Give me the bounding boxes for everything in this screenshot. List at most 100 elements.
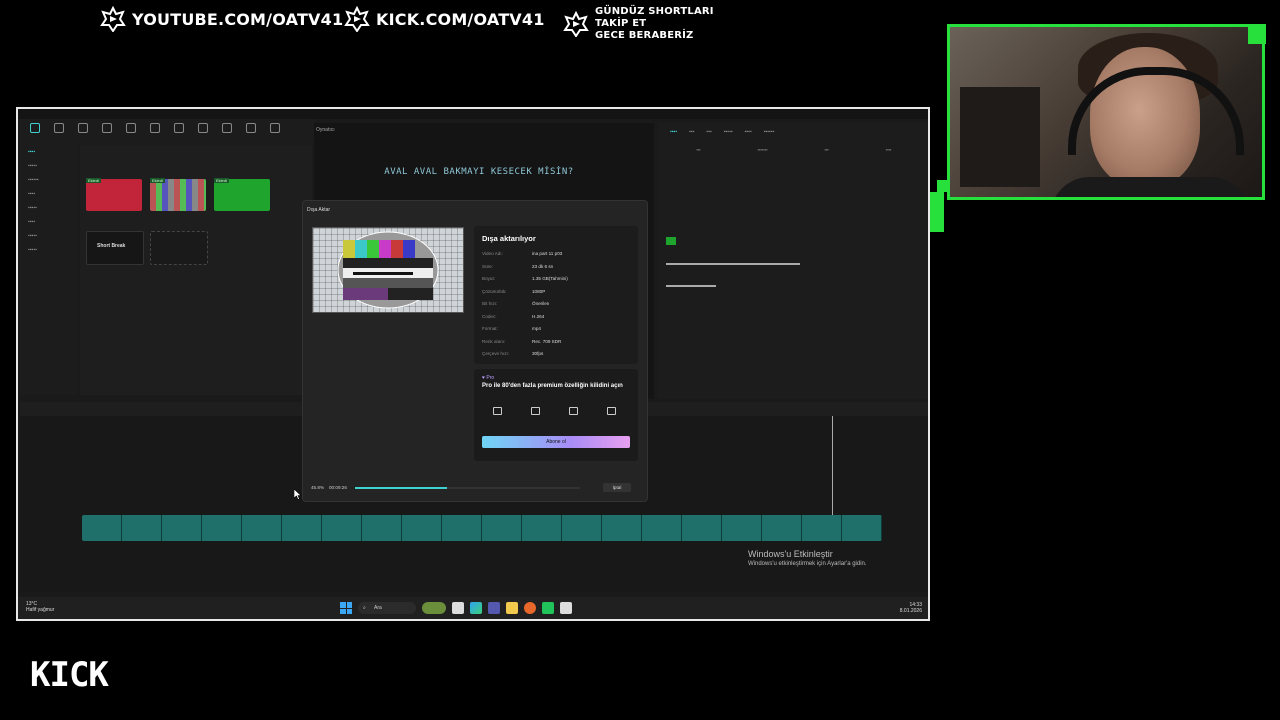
app-icon[interactable] [542, 602, 554, 614]
tab-ai[interactable]: ▪▪▪▪▪▪ [764, 129, 775, 135]
promo-text: GÜNDÜZ SHORTLARI TAKİP ET GECE BERABERİZ [595, 6, 714, 41]
weather-widget[interactable]: 13°C Hafif yağmur [26, 601, 54, 613]
player-header: Oynatıcı [316, 127, 335, 133]
taskbar-apps: ⌕ Ara [340, 602, 572, 614]
progress-percent: 45.8% [311, 485, 325, 490]
cam-decoration [937, 180, 949, 192]
voice-icon [568, 407, 578, 415]
stickers-tool[interactable] [96, 119, 118, 145]
promo-banner: GÜNDÜZ SHORTLARI TAKİP ET GECE BERABERİZ [563, 6, 714, 42]
info-row: Çözünürlük: 1080P [482, 288, 546, 294]
kick-url: KICK.COM/OATV41 [376, 9, 545, 29]
tab-speed[interactable]: ▪▪▪ [706, 129, 711, 135]
properties-panel: ▪▪▪▪ ▪▪▪ ▪▪▪ ▪▪▪▪▪ ▪▪▪▪ ▪▪▪▪▪▪ ▪▪▪ ▪▪▪▪▪… [658, 123, 928, 399]
effects-tool[interactable] [120, 119, 142, 145]
video-clip-track[interactable] [82, 515, 882, 541]
sidebar-item[interactable]: ▪▪▪▪ [20, 145, 78, 159]
editor-toolbar [20, 119, 316, 145]
activation-watermark: Windows'u Etkinleştir Windows'u etkinleş… [748, 549, 867, 567]
captions-tool[interactable] [168, 119, 190, 145]
subscribe-button[interactable]: Abone ol [482, 436, 630, 448]
text-tool[interactable] [72, 119, 94, 145]
media-thumb[interactable]: Ekledi [214, 178, 270, 211]
info-row: Renk alanı: Rec. 709 SDR [482, 338, 562, 344]
sidebar-item[interactable]: ▪▪▪▪ [20, 187, 78, 201]
feature-item [594, 407, 628, 418]
audio-tool[interactable] [48, 119, 70, 145]
info-row: Video Adı: ina part 11 p03 [482, 251, 563, 256]
watermark-icon [606, 407, 616, 415]
progress-elapsed: 00:09:26 [329, 485, 347, 490]
transitions-tool[interactable] [144, 119, 166, 145]
feature-item [518, 407, 552, 418]
youtube-banner: YOUTUBE.COM/OATV41 [100, 6, 343, 32]
browser-icon[interactable] [524, 602, 536, 614]
progress-bar [355, 487, 580, 489]
sidebar-item[interactable]: ▪▪▪▪▪ [20, 201, 78, 215]
teams-icon[interactable] [488, 602, 500, 614]
media-thumb[interactable]: Short Break [86, 231, 144, 265]
info-row: Codec: H.264 [482, 313, 545, 319]
search-icon: ⌕ [363, 605, 366, 611]
export-info: Dışa aktarılıyor Video Adı: ina part 11 p… [474, 226, 638, 364]
property-slider[interactable] [666, 285, 716, 287]
filters-tool[interactable] [192, 119, 214, 145]
adjust-tool[interactable] [216, 119, 238, 145]
templates-tool[interactable] [240, 119, 262, 145]
import-placeholder[interactable] [150, 231, 208, 265]
properties-tabs: ▪▪▪▪ ▪▪▪ ▪▪▪ ▪▪▪▪▪ ▪▪▪▪ ▪▪▪▪▪▪ [658, 123, 928, 141]
tab-audio[interactable]: ▪▪▪ [689, 129, 694, 135]
captured-screen: ▪▪▪▪ ▪▪▪▪▪ ▪▪▪▪▪▪ ▪▪▪▪ ▪▪▪▪▪ ▪▪▪▪ ▪▪▪▪▪ … [16, 107, 930, 621]
pro-upsell: ♥ Pro Pro ile 80'den fazla premium özell… [474, 369, 638, 461]
media-sidebar: ▪▪▪▪ ▪▪▪▪▪ ▪▪▪▪▪▪ ▪▪▪▪ ▪▪▪▪▪ ▪▪▪▪ ▪▪▪▪▪ … [20, 145, 78, 395]
mouse-cursor-icon [294, 489, 302, 500]
sidebar-item[interactable]: ▪▪▪▪ [20, 215, 78, 229]
sidebar-item[interactable]: ▪▪▪▪▪ [20, 159, 78, 173]
cancel-button[interactable]: İptal [603, 483, 631, 492]
subtab[interactable]: ▪▪▪ [825, 147, 829, 152]
tab-video[interactable]: ▪▪▪▪ [670, 129, 677, 135]
taskbar-search[interactable]: ⌕ Ara [358, 602, 416, 614]
folder-icon[interactable] [506, 602, 518, 614]
capcut-icon[interactable] [560, 602, 572, 614]
taskview-icon[interactable] [452, 602, 464, 614]
cam-decoration [1248, 24, 1266, 44]
system-tray[interactable]: 14:33 8.01.2026 [900, 602, 922, 614]
feature-item [556, 407, 590, 418]
progress-fill [355, 487, 448, 489]
sidebar-item[interactable]: ▪▪▪▪▪ [20, 243, 78, 257]
info-row: Süre: 23 dk 6 sn [482, 263, 554, 269]
subtab[interactable]: ▪▪▪▪▪▪▪ [758, 147, 768, 152]
start-icon[interactable] [340, 602, 352, 614]
pro-message: Pro ile 80'den fazla premium özelliğin k… [482, 383, 623, 389]
subtab[interactable]: ▪▪▪ [696, 147, 700, 152]
edge-icon[interactable] [470, 602, 482, 614]
media-thumb[interactable]: Ekledi [86, 178, 142, 211]
sidebar-item[interactable]: ▪▪▪▪▪ [20, 229, 78, 243]
info-row: Bit hızı: Önerilen [482, 301, 550, 306]
kick-logo: KICK [30, 655, 109, 695]
properties-subtabs: ▪▪▪ ▪▪▪▪▪▪▪ ▪▪▪ ▪▪▪▪ [658, 141, 928, 158]
sidebar-item[interactable]: ▪▪▪▪▪▪ [20, 173, 78, 187]
tab-adjust[interactable]: ▪▪▪▪ [745, 129, 752, 135]
brand-icon [100, 6, 126, 32]
info-row: Boyut: 1.35 GB(Tahmini) [482, 276, 568, 281]
tab-animation[interactable]: ▪▪▪▪▪ [724, 129, 733, 135]
webcam-feed [947, 24, 1265, 200]
dialog-title: Dışa Aktar [307, 207, 331, 213]
preview-caption: AVAL AVAL BAKMAYI KESECEK MİSİN? [384, 167, 574, 177]
grid-icon [492, 407, 502, 415]
color-swatch[interactable] [666, 237, 676, 245]
export-dialog: Dışa Aktar Dışa aktarılıyor Video Adı: i… [302, 200, 648, 502]
media-thumb[interactable]: Ekledi [150, 178, 206, 211]
brand-icon [563, 11, 589, 37]
media-tool[interactable] [24, 119, 46, 145]
app-titlebar [18, 109, 928, 119]
ai-tool[interactable] [264, 119, 286, 145]
cam-decoration [930, 192, 944, 232]
subtab[interactable]: ▪▪▪▪ [886, 147, 892, 152]
widget-icon[interactable] [422, 602, 446, 614]
magic-icon [530, 407, 540, 415]
info-row: Çerçeve hızı: 30fps [482, 351, 544, 356]
property-slider[interactable] [666, 263, 800, 265]
